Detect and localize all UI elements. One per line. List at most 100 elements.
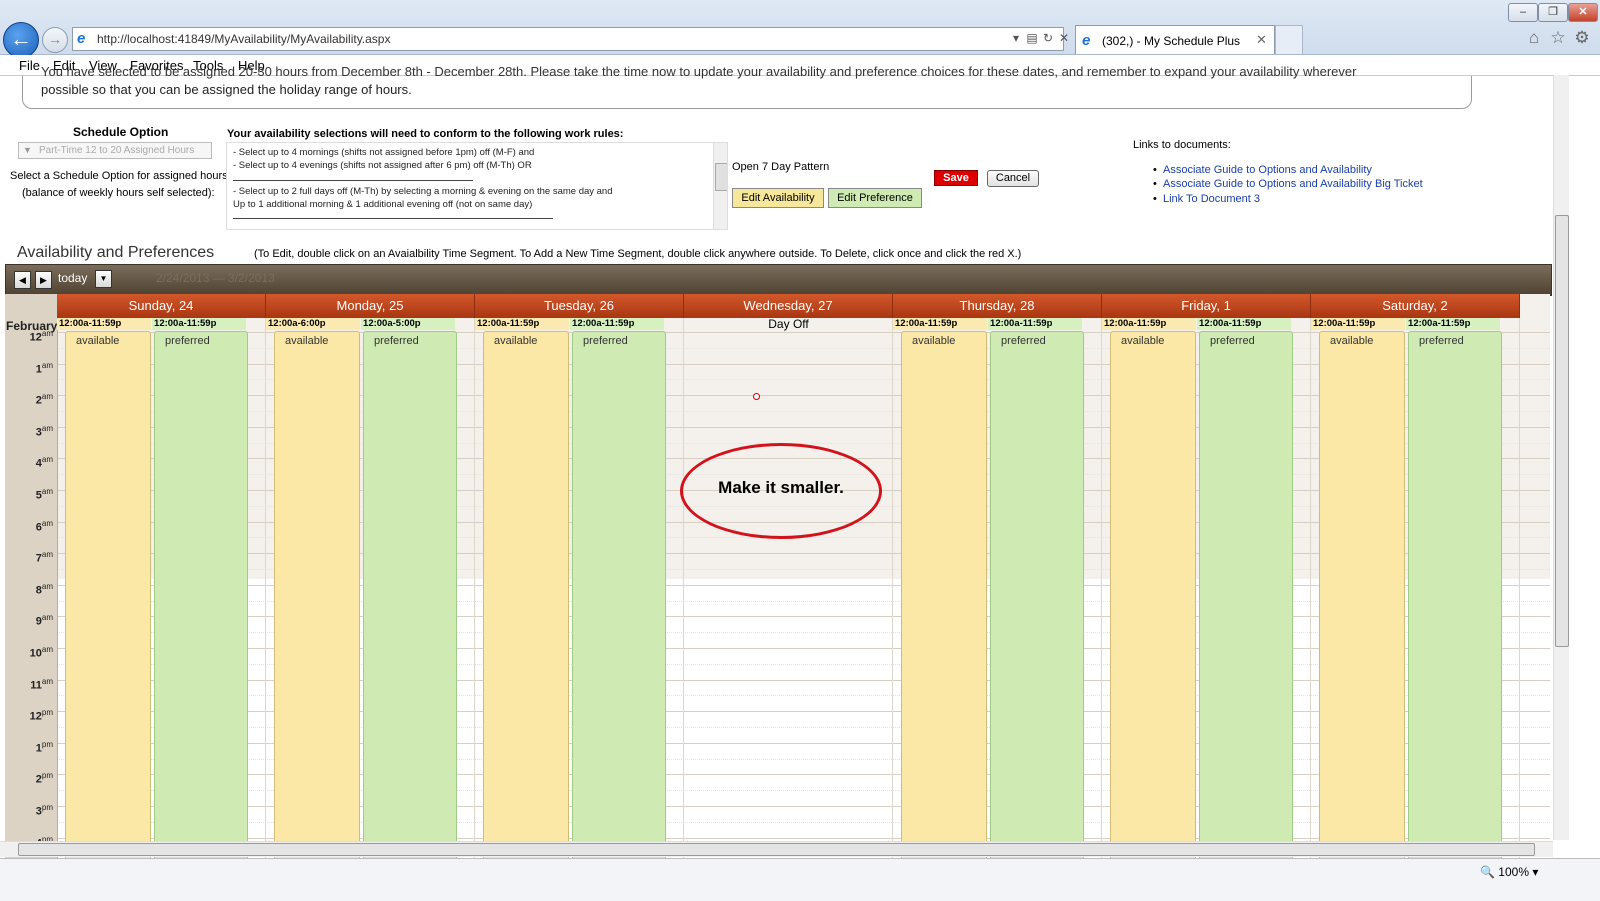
available-segment[interactable]: available bbox=[1110, 331, 1197, 860]
preferred-segment[interactable]: preferred bbox=[990, 331, 1085, 860]
forward-button[interactable]: → bbox=[42, 27, 68, 53]
available-label: available bbox=[912, 335, 956, 347]
doc-link-3[interactable]: Link To Document 3 bbox=[1163, 193, 1260, 205]
edit-availability-button[interactable]: Edit Availability bbox=[732, 188, 824, 208]
compatibility-icon[interactable]: ▤ bbox=[1024, 30, 1040, 46]
time-label: 10am bbox=[29, 645, 53, 660]
ie-icon: e bbox=[1082, 32, 1091, 49]
preferred-segment[interactable]: preferred bbox=[1408, 331, 1503, 860]
status-bar: 🔍 100% ▾ bbox=[0, 858, 1600, 901]
preferred-segment[interactable]: preferred bbox=[363, 331, 458, 860]
time-label: 3am bbox=[35, 423, 53, 439]
time-label: 1am bbox=[35, 360, 53, 376]
time-label: 4am bbox=[35, 455, 53, 471]
day-separator bbox=[265, 318, 266, 860]
available-label: available bbox=[1330, 335, 1374, 347]
availability-help: (To Edit, double click on an Avaialbilit… bbox=[254, 248, 1022, 260]
preferred-segment[interactable]: preferred bbox=[154, 331, 249, 860]
calendar-grid[interactable]: February 12am 1am 2am 3am 4am 5am 6am 7am 8am 9am… bbox=[5, 294, 1550, 860]
tab-title: (302,) - My Schedule Plus bbox=[1102, 34, 1241, 48]
doc-link-1[interactable]: Associate Guide to Options and Availabil… bbox=[1163, 164, 1372, 176]
stop-icon[interactable]: ✕ bbox=[1056, 30, 1072, 46]
available-segment[interactable]: available bbox=[65, 331, 152, 860]
links-title: Links to documents: bbox=[1133, 139, 1231, 151]
time-label: 9am bbox=[35, 613, 53, 629]
cancel-button[interactable]: Cancel bbox=[987, 170, 1039, 187]
available-segment[interactable]: available bbox=[901, 331, 988, 860]
time-label: 11am bbox=[30, 676, 53, 692]
available-range: 12:00a-11:59p bbox=[1102, 318, 1197, 330]
dropdown-icon[interactable]: ▾ bbox=[1008, 30, 1024, 46]
notice-line-1: You have selected to be assigned 20-30 h… bbox=[41, 64, 1357, 79]
refresh-icon[interactable]: ↻ bbox=[1040, 30, 1056, 46]
browser-tab[interactable]: e (302,) - My Schedule Plus ✕ bbox=[1075, 25, 1275, 54]
day-header: Thursday, 28 bbox=[893, 294, 1102, 318]
gear-icon[interactable]: ⚙ bbox=[1572, 28, 1592, 48]
next-week-button[interactable]: ▶ bbox=[35, 271, 52, 289]
horizontal-scrollbar[interactable] bbox=[0, 841, 1553, 857]
zoom-level[interactable]: 🔍 100% ▾ bbox=[1480, 865, 1538, 879]
rules-scrollbar[interactable] bbox=[713, 143, 727, 229]
preferred-range: 12:00a-11:59p bbox=[152, 318, 247, 330]
bullet-icon: • bbox=[1153, 164, 1157, 176]
new-tab-button[interactable] bbox=[1275, 25, 1303, 54]
vertical-scroll-thumb[interactable] bbox=[1555, 215, 1569, 647]
window-close-button[interactable]: ✕ bbox=[1568, 3, 1598, 22]
available-segment[interactable]: available bbox=[274, 331, 361, 860]
date-range: 2/24/2013 — 3/2/2013 bbox=[156, 271, 275, 285]
preferred-range: 12:00a-11:59p bbox=[570, 318, 665, 330]
star-icon[interactable]: ☆ bbox=[1548, 28, 1568, 48]
today-dropdown[interactable]: ▼ bbox=[95, 270, 112, 288]
time-label: 7am bbox=[35, 550, 53, 565]
time-label: 2pm bbox=[35, 771, 53, 787]
close-icon[interactable]: ✕ bbox=[1256, 32, 1267, 48]
rule-item: - Select up to 2 full days off (M-Th) by… bbox=[233, 186, 613, 197]
preferred-label: preferred bbox=[1419, 335, 1464, 347]
today-button[interactable]: today bbox=[58, 271, 87, 285]
address-bar[interactable]: e http://localhost:41849/MyAvailability/… bbox=[72, 27, 1069, 51]
save-button[interactable]: Save bbox=[934, 170, 978, 186]
ie-icon: e bbox=[77, 30, 86, 47]
rules-scroll-thumb[interactable] bbox=[715, 163, 727, 191]
menu-file[interactable]: File bbox=[19, 58, 40, 73]
doc-link-2[interactable]: Associate Guide to Options and Availabil… bbox=[1163, 178, 1423, 190]
chevron-down-icon: ▼ bbox=[99, 274, 108, 283]
available-range: 12:00a-6:00p bbox=[266, 318, 361, 330]
available-range: 12:00a-11:59p bbox=[475, 318, 570, 330]
available-segment[interactable]: available bbox=[483, 331, 570, 860]
rule-item: - Select up to 4 mornings (shifts not as… bbox=[233, 147, 535, 158]
preferred-segment[interactable]: preferred bbox=[1199, 331, 1294, 860]
day-header: Sunday, 24 bbox=[57, 294, 266, 318]
horizontal-scroll-thumb[interactable] bbox=[18, 843, 1535, 856]
back-button[interactable]: ← bbox=[3, 22, 39, 58]
rule-separator bbox=[233, 180, 473, 181]
notice-box: You have selected to be assigned 20-30 h… bbox=[22, 64, 1472, 109]
minimize-button[interactable]: – bbox=[1508, 3, 1538, 22]
preferred-segment[interactable]: preferred bbox=[572, 331, 667, 860]
prev-week-button[interactable]: ◀ bbox=[14, 271, 31, 289]
time-label: 12pm bbox=[29, 708, 53, 723]
available-range: 12:00a-11:59p bbox=[1311, 318, 1406, 330]
available-range: 12:00a-11:59p bbox=[57, 318, 152, 330]
day-separator bbox=[683, 318, 684, 860]
edit-preference-button[interactable]: Edit Preference bbox=[828, 188, 922, 208]
availability-title: Availability and Preferences bbox=[17, 244, 215, 261]
day-separator bbox=[1310, 318, 1311, 860]
day-header: Friday, 1 bbox=[1102, 294, 1311, 318]
rules-title: Your availability selections will need t… bbox=[227, 128, 624, 140]
preferred-label: preferred bbox=[165, 335, 210, 347]
available-segment[interactable]: available bbox=[1319, 331, 1406, 860]
preferred-range: 12:00a-11:59p bbox=[1197, 318, 1292, 330]
arrow-right-icon: → bbox=[48, 31, 62, 47]
maximize-button[interactable]: ❐ bbox=[1538, 3, 1568, 22]
bullet-icon: • bbox=[1153, 178, 1157, 190]
time-label: 1pm bbox=[35, 739, 53, 755]
chevron-down-icon: ▼ bbox=[23, 145, 32, 155]
home-icon[interactable]: ⌂ bbox=[1524, 28, 1544, 48]
time-label: 6am bbox=[35, 518, 53, 534]
url-text[interactable]: http://localhost:41849/MyAvailability/My… bbox=[97, 32, 390, 46]
available-label: available bbox=[285, 335, 329, 347]
schedule-option-select[interactable]: ▼ Part-Time 12 to 20 Assigned Hours bbox=[18, 142, 212, 159]
preferred-label: preferred bbox=[374, 335, 419, 347]
vertical-scrollbar[interactable] bbox=[1553, 75, 1569, 840]
